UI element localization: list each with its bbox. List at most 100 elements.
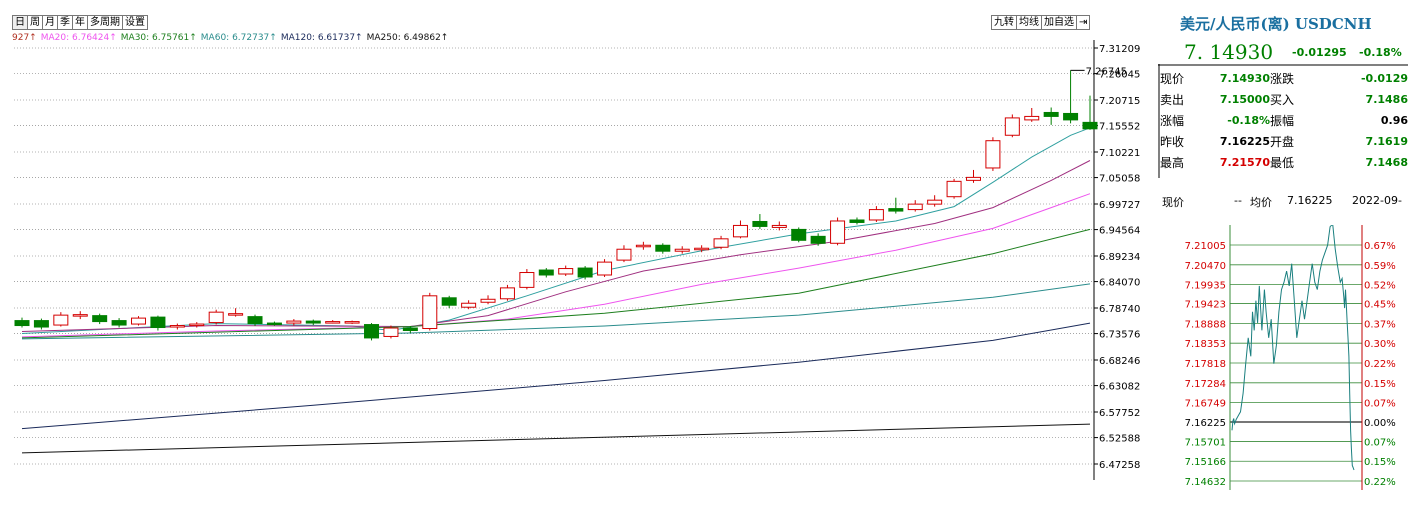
candle-body (519, 272, 535, 288)
quote-label: 买入 (1270, 93, 1295, 107)
candle-body (558, 268, 574, 275)
intraday-y-label: 7.18353 (1185, 339, 1226, 350)
candle-body (732, 224, 748, 238)
intraday-y-label: 7.21005 (1185, 241, 1226, 252)
candle-body (286, 320, 302, 324)
intraday-pct-label: 0.22% (1364, 477, 1396, 488)
period-tab-4[interactable]: 年 (72, 15, 88, 30)
y-tick-label: 6.99727 (1099, 200, 1140, 211)
candle-body (131, 317, 147, 325)
quote-value: 0.96 (1380, 114, 1408, 127)
intraday-pct-label: 0.07% (1364, 399, 1396, 410)
quote-row: 卖出 7.15000 买入 7.1486 (1160, 89, 1408, 110)
intraday-pct-label: 0.52% (1364, 281, 1396, 292)
intraday-y-label: 7.16225 (1185, 418, 1226, 429)
period-tab-2[interactable]: 月 (42, 15, 58, 30)
candle-body (111, 320, 127, 326)
quote-value: 7.21570 (1219, 156, 1270, 169)
candle-body (402, 327, 418, 331)
symbol-title: 美元/人民币(离) USDCNH (1180, 15, 1372, 33)
candle-body (189, 323, 205, 327)
candle-body (228, 313, 244, 316)
ma-line-ma10 (21, 160, 1091, 332)
intraday-avg: 7.16225 (1287, 194, 1333, 207)
quote-label: 卖出 (1160, 93, 1185, 107)
intraday-price: -- (1234, 194, 1242, 207)
intraday-pct-label: 0.30% (1364, 339, 1396, 350)
quote-label: 现价 (1160, 72, 1185, 86)
tool-button-1[interactable]: 均线 (1016, 15, 1042, 30)
period-tab-0[interactable]: 日 (12, 15, 28, 30)
period-tabs: 日周月季年多周期 设置 (12, 15, 148, 30)
intraday-y-label: 7.15701 (1185, 437, 1226, 448)
period-tab-6[interactable]: 设置 (122, 15, 148, 30)
candle-body (441, 297, 457, 306)
candle-body (888, 208, 904, 212)
candle-body (33, 320, 49, 328)
y-tick-label: 6.57752 (1099, 408, 1140, 419)
candle-body (577, 267, 593, 278)
candle-body (247, 316, 263, 325)
candle-body (480, 298, 496, 303)
quote-label: 涨幅 (1160, 114, 1185, 128)
intraday-y-label: 7.20470 (1185, 261, 1226, 272)
quote-value: 7.1486 (1365, 93, 1408, 106)
quote-row: 最高 7.21570 最低 7.1468 (1160, 152, 1408, 173)
intraday-y-label: 7.19423 (1185, 300, 1226, 311)
candle-body (461, 302, 477, 308)
candle-body (208, 311, 224, 324)
quote-divider (1158, 64, 1408, 66)
tool-button-0[interactable]: 九转 (991, 15, 1017, 30)
candle-body (791, 228, 807, 241)
y-tick-label: 7.05058 (1099, 174, 1140, 185)
intraday-pct-label: 0.45% (1364, 300, 1396, 311)
period-tab-5[interactable]: 多周期 (87, 15, 123, 30)
quote-value: 7.1619 (1365, 135, 1408, 148)
intraday-avg-label: 均价 (1250, 196, 1272, 209)
period-tab-1[interactable]: 周 (27, 15, 43, 30)
period-tab-3[interactable]: 季 (57, 15, 73, 30)
candlestick-chart[interactable]: 7.312097.260457.207157.155527.102217.050… (0, 40, 1158, 480)
quote-label: 最高 (1160, 156, 1185, 170)
ma-line-ma30 (21, 228, 1091, 339)
quote-value: -0.0129 (1360, 72, 1408, 85)
y-tick-label: 7.10221 (1099, 148, 1140, 159)
quote-label: 涨跌 (1270, 72, 1295, 86)
candle-body (1082, 121, 1098, 130)
candle-body (655, 244, 671, 252)
intraday-y-label: 7.19935 (1185, 281, 1226, 292)
candle-body (150, 316, 166, 329)
y-tick-label: 6.94564 (1099, 226, 1140, 237)
candle-body (849, 219, 865, 223)
candle-body (538, 269, 554, 276)
tool-button-3[interactable]: ⇥ (1076, 15, 1091, 30)
intraday-price-line (1231, 225, 1355, 471)
intraday-price-label: 现价 (1162, 196, 1184, 209)
intraday-y-label: 7.15166 (1185, 457, 1226, 468)
quote-value: 7.1468 (1365, 156, 1408, 169)
intraday-date: 2022-09- (1352, 194, 1402, 207)
y-tick-label: 6.78740 (1099, 304, 1140, 315)
price-change: -0.01295 (1292, 46, 1347, 59)
candle-body (946, 180, 962, 198)
y-tick-label: 6.52588 (1099, 434, 1140, 445)
candle-body (965, 176, 981, 181)
candle-body (383, 327, 399, 337)
candle-body (830, 220, 846, 244)
tool-button-2[interactable]: 加自选 (1041, 15, 1077, 30)
candle-body (344, 321, 360, 324)
candle-body (635, 244, 651, 248)
intraday-chart[interactable]: 7.21005 0.67% 7.20470 0.59% 7.19935 0.52% 7.19… (1158, 225, 1408, 490)
y-tick-label: 6.73576 (1099, 330, 1140, 341)
quote-label: 最低 (1270, 156, 1295, 170)
quote-value: -0.18% (1227, 114, 1270, 127)
candle-body (868, 209, 884, 221)
candle-body (1024, 115, 1040, 121)
intraday-pct-label: 0.15% (1364, 457, 1396, 468)
candle-body (985, 140, 1001, 169)
quote-row: 现价 7.14930 涨跌 -0.0129 (1160, 68, 1408, 89)
candle-body (752, 220, 768, 227)
y-tick-label: 7.15552 (1099, 122, 1140, 133)
candle-body (72, 314, 88, 317)
intraday-pct-label: 0.59% (1364, 261, 1396, 272)
